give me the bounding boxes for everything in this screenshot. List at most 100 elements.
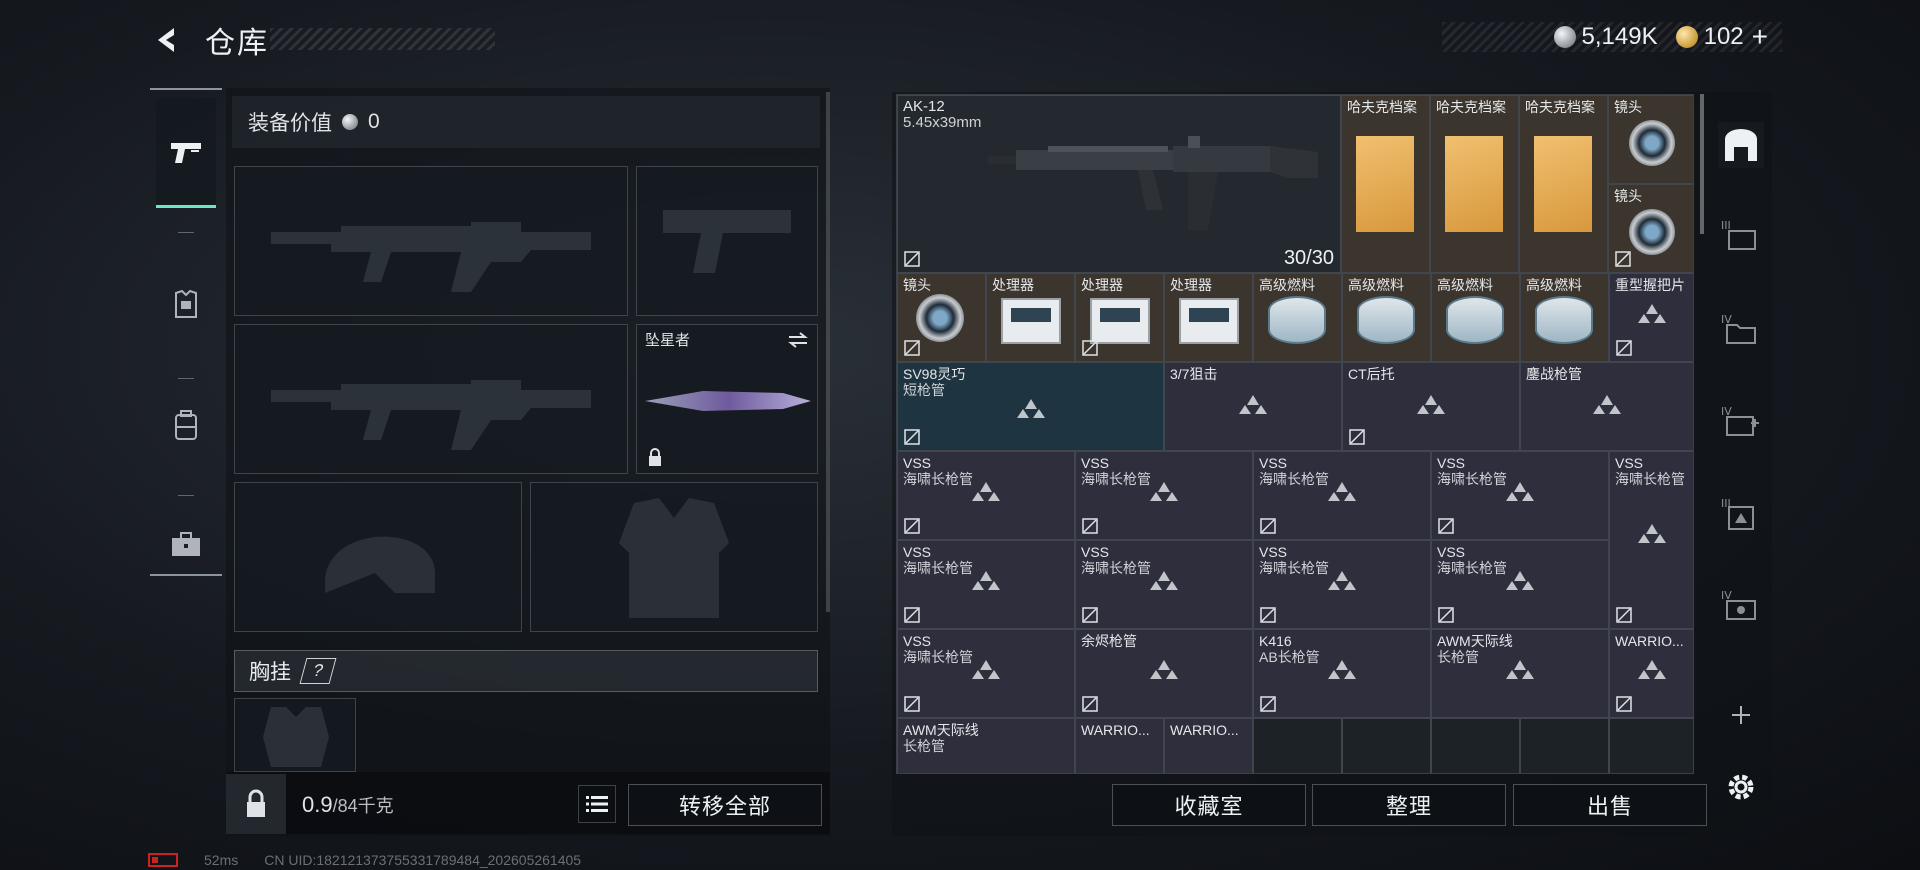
item-vss-barrel[interactable]: VSS 海啸长枪管 bbox=[1075, 451, 1253, 540]
unmarked-flag-icon bbox=[904, 518, 920, 534]
empty-slot[interactable] bbox=[1253, 718, 1342, 773]
empty-slot[interactable] bbox=[1431, 718, 1520, 773]
add-currency-button[interactable]: + bbox=[1752, 21, 1768, 53]
item-vss-barrel[interactable]: VSS 海啸长枪管 bbox=[1075, 540, 1253, 629]
item-archive[interactable]: 哈夫克档案 bbox=[1519, 95, 1608, 273]
add-storage-button[interactable] bbox=[1718, 692, 1764, 738]
item-warrior[interactable]: WARRIO... bbox=[1075, 718, 1164, 773]
settings-button[interactable] bbox=[1718, 764, 1764, 810]
equipment-value-header: 装备价值 0 bbox=[232, 96, 820, 148]
item-barrel[interactable]: 鏖战枪管 bbox=[1520, 362, 1693, 451]
organize-button[interactable]: 整理 bbox=[1312, 784, 1506, 826]
item-name: 处理器 bbox=[992, 277, 1034, 293]
item-vss-barrel[interactable]: VSS 海啸长枪管 bbox=[897, 629, 1075, 718]
help-button[interactable]: ? bbox=[299, 658, 337, 684]
silver-coin-icon bbox=[342, 114, 358, 130]
item-fuel[interactable]: 高级燃料 bbox=[1431, 273, 1520, 362]
storage-tab-iii[interactable]: III bbox=[1718, 212, 1764, 258]
storage-tab-iii-gear[interactable]: III bbox=[1718, 490, 1764, 536]
item-vss-barrel[interactable]: VSS 海啸长枪管 bbox=[1253, 451, 1431, 540]
equipment-scrollbar[interactable] bbox=[826, 92, 830, 612]
equipment-value: 0 bbox=[368, 110, 380, 133]
unmarked-flag-icon bbox=[904, 340, 920, 356]
storage-tab-iv-medical[interactable]: IV bbox=[1718, 398, 1764, 444]
empty-slot[interactable] bbox=[1520, 718, 1609, 773]
item-fuel[interactable]: 高级燃料 bbox=[1520, 273, 1609, 362]
item-vss-barrel[interactable]: VSS 海啸长枪管 bbox=[1253, 540, 1431, 629]
item-warrior[interactable]: WARRIO... bbox=[1609, 629, 1693, 718]
item-grip[interactable]: 重型握把片 bbox=[1609, 273, 1693, 362]
rifle-silhouette-icon bbox=[271, 380, 591, 450]
archive-folder-icon bbox=[1445, 136, 1503, 232]
empty-slot[interactable] bbox=[1609, 718, 1693, 773]
storage-tab-iv-folder[interactable]: IV bbox=[1718, 306, 1764, 352]
item-fuel[interactable]: 高级燃料 bbox=[1342, 273, 1431, 362]
primary-weapon-slot[interactable] bbox=[234, 166, 628, 316]
item-stock[interactable]: CT后托 bbox=[1342, 362, 1520, 451]
item-barrel[interactable]: 余烬枪管 bbox=[1075, 629, 1253, 718]
item-name: VSS bbox=[1615, 455, 1644, 471]
item-lens[interactable]: 镜头 bbox=[1608, 95, 1693, 184]
item-fuel[interactable]: 高级燃料 bbox=[1253, 273, 1342, 362]
backpack-lock-button[interactable] bbox=[226, 774, 286, 834]
item-processor[interactable]: 处理器 bbox=[1164, 273, 1253, 362]
item-name: 高级燃料 bbox=[1259, 277, 1315, 293]
item-archive[interactable]: 哈夫克档案 bbox=[1430, 95, 1519, 273]
item-subname: 海啸长枪管 bbox=[903, 471, 973, 487]
melee-name: 坠星者 bbox=[645, 332, 691, 349]
item-awm-barrel[interactable]: AWM天际线 长枪管 bbox=[1431, 629, 1609, 718]
secondary-rifle-slot[interactable] bbox=[234, 324, 628, 474]
tab-backpack[interactable] bbox=[156, 370, 216, 480]
silver-amount: 5,149K bbox=[1581, 23, 1658, 50]
item-vss-barrel[interactable]: VSS 海啸长枪管 bbox=[897, 451, 1075, 540]
chest-rig-label: 胸挂 bbox=[249, 661, 291, 684]
item-scope[interactable]: 3/7狙击 bbox=[1164, 362, 1342, 451]
item-warrior[interactable]: WARRIO... bbox=[1164, 718, 1253, 773]
item-vss-barrel[interactable]: VSS 海啸长枪管 bbox=[1431, 540, 1609, 629]
item-ak12[interactable]: AK-12 5.45x39mm 30/30 bbox=[897, 95, 1341, 273]
item-vss-barrel[interactable]: VSS 海啸长枪管 bbox=[897, 540, 1075, 629]
empty-slot[interactable] bbox=[1342, 718, 1431, 773]
item-vss-barrel[interactable]: VSS 海啸长枪管 bbox=[1609, 451, 1693, 629]
item-caliber: 5.45x39mm bbox=[903, 114, 982, 131]
item-barrel[interactable]: SV98灵巧 短枪管 bbox=[897, 362, 1164, 451]
item-k416-barrel[interactable]: K416 AB长枪管 bbox=[1253, 629, 1431, 718]
storage-tab-main[interactable] bbox=[1718, 122, 1764, 168]
placeholder-triangles-icon bbox=[1017, 399, 1045, 418]
armor-slot[interactable] bbox=[530, 482, 818, 632]
lens-icon bbox=[1629, 209, 1675, 255]
item-subname: 长枪管 bbox=[1437, 649, 1479, 665]
secondary-weapon-slot[interactable] bbox=[636, 166, 818, 316]
storage-tab-iv-tool[interactable]: IV bbox=[1718, 582, 1764, 628]
item-lens[interactable]: 镜头 bbox=[897, 273, 986, 362]
unmarked-flag-icon bbox=[1616, 340, 1632, 356]
item-archive[interactable]: 哈夫克档案 bbox=[1341, 95, 1430, 273]
title-stripe bbox=[270, 28, 495, 50]
item-processor[interactable]: 处理器 bbox=[986, 273, 1075, 362]
item-name: VSS bbox=[1081, 455, 1110, 471]
collection-room-button[interactable]: 收藏室 bbox=[1112, 784, 1306, 826]
item-processor[interactable]: 处理器 bbox=[1075, 273, 1164, 362]
gear-icon bbox=[1728, 774, 1754, 800]
page-title: 仓库 bbox=[205, 27, 269, 60]
currency-bar: 5,149K 102 + bbox=[1442, 21, 1782, 53]
item-vss-barrel[interactable]: VSS 海啸长枪管 bbox=[1431, 451, 1609, 540]
chest-rig-slot[interactable] bbox=[234, 698, 356, 772]
sell-button[interactable]: 出售 bbox=[1513, 784, 1707, 826]
swap-icon[interactable] bbox=[787, 331, 809, 349]
melee-weapon-slot[interactable]: 坠星者 bbox=[636, 324, 818, 474]
armor-silhouette-icon bbox=[619, 498, 729, 618]
list-view-button[interactable] bbox=[578, 785, 616, 823]
unmarked-flag-icon bbox=[1438, 607, 1454, 623]
tab-armor[interactable] bbox=[156, 250, 216, 360]
item-awm-barrel[interactable]: AWM天际线 长枪管 bbox=[897, 718, 1075, 773]
grid-scrollbar[interactable] bbox=[1700, 94, 1704, 234]
placeholder-triangles-icon bbox=[972, 571, 1000, 590]
item-name: 高级燃料 bbox=[1526, 277, 1582, 293]
tab-weapons[interactable] bbox=[156, 98, 216, 208]
back-button[interactable] bbox=[148, 20, 188, 60]
item-lens[interactable]: 镜头 bbox=[1608, 184, 1693, 273]
tab-case[interactable] bbox=[156, 490, 216, 600]
helmet-slot[interactable] bbox=[234, 482, 522, 632]
transfer-all-button[interactable]: 转移全部 bbox=[628, 784, 822, 826]
